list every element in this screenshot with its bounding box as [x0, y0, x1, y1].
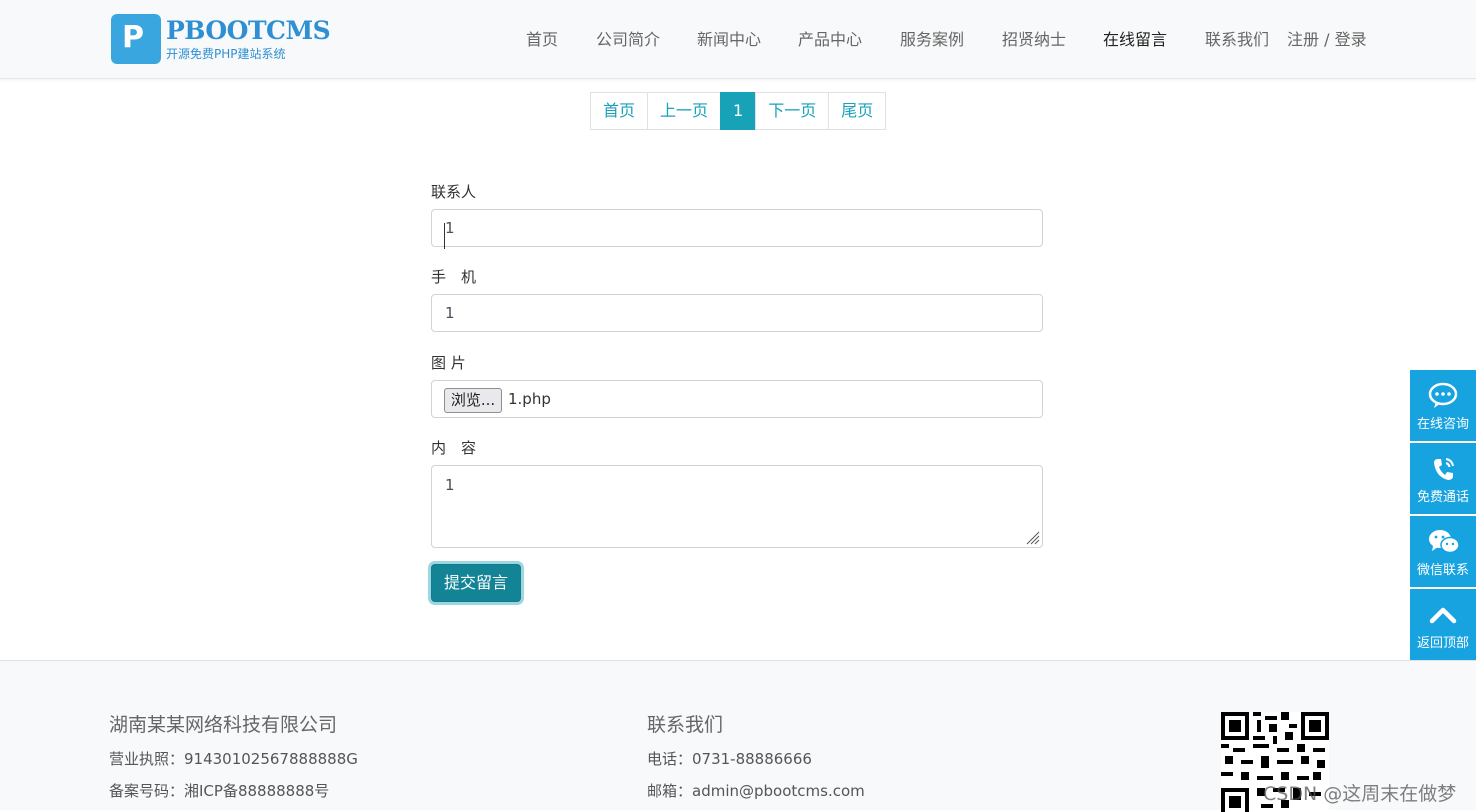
nav-item-message[interactable]: 在线留言 — [1103, 28, 1167, 52]
footer-email[interactable]: 邮箱：admin@pbootcms.com — [647, 780, 865, 801]
register-login-link[interactable]: 注册 / 登录 — [1287, 28, 1367, 52]
resize-handle-icon[interactable] — [1024, 529, 1040, 545]
logo-mark-icon: P — [111, 14, 161, 64]
page-prev[interactable]: 上一页 — [647, 92, 722, 130]
phone-label: 手 机 — [431, 268, 477, 286]
side-toolbar: 在线咨询 免费通话 微信联系 返回顶部 — [1410, 370, 1476, 662]
side-back-to-top[interactable]: 返回顶部 — [1410, 589, 1476, 660]
content-label: 内 容 — [431, 439, 477, 457]
contact-input[interactable]: 1 — [431, 209, 1043, 247]
nav-item-home[interactable]: 首页 — [526, 28, 558, 52]
chat-bubble-icon — [1428, 382, 1458, 408]
wechat-icon — [1429, 530, 1460, 554]
nav-item-news[interactable]: 新闻中心 — [697, 28, 761, 52]
nav-item-jobs[interactable]: 招贤纳士 — [1002, 28, 1066, 52]
side-label-consult: 在线咨询 — [1416, 417, 1469, 432]
page-current[interactable]: 1 — [720, 92, 757, 130]
content-textarea[interactable]: 1 — [431, 465, 1043, 548]
side-label-wechat: 微信联系 — [1416, 563, 1469, 578]
phone-input[interactable]: 1 — [431, 294, 1043, 332]
footer-license: 营业执照：91430102567888888G — [109, 750, 358, 768]
image-label: 图 片 — [431, 354, 466, 372]
content-text: 1 — [445, 476, 455, 494]
page-last[interactable]: 尾页 — [828, 92, 887, 130]
footer-phone: 电话：0731-88886666 — [647, 750, 812, 768]
side-online-consult[interactable]: 在线咨询 — [1410, 370, 1476, 441]
logo-title: PBOOTCMS — [166, 16, 331, 45]
nav-item-products[interactable]: 产品中心 — [798, 28, 862, 52]
nav-item-contact[interactable]: 联系我们 — [1205, 28, 1269, 52]
footer-icp[interactable]: 备案号码：湘ICP备88888888号 — [109, 780, 329, 801]
page-first[interactable]: 首页 — [590, 92, 649, 130]
phone-icon — [1434, 458, 1454, 480]
logo-subtitle: 开源免费PHP建站系统 — [166, 47, 286, 61]
chevron-up-icon — [1429, 607, 1457, 624]
browse-button[interactable]: 浏览... — [444, 388, 502, 413]
site-header: P PBOOTCMS 开源免费PHP建站系统 首页 公司简介 新闻中心 产品中心… — [0, 0, 1476, 79]
text-caret — [444, 223, 445, 249]
side-free-call[interactable]: 免费通话 — [1410, 443, 1476, 514]
page-next[interactable]: 下一页 — [755, 92, 830, 130]
submit-message-button[interactable]: 提交留言 — [431, 564, 521, 602]
csdn-watermark: CSDN @这周末在做梦 — [1263, 783, 1457, 805]
selected-file-name: 1.php — [508, 390, 551, 408]
footer-company-name: 湖南某某网络科技有限公司 — [109, 714, 338, 736]
side-label-top: 返回顶部 — [1416, 636, 1469, 651]
contact-label: 联系人 — [431, 183, 477, 201]
side-wechat[interactable]: 微信联系 — [1410, 516, 1476, 587]
site-logo[interactable]: P PBOOTCMS 开源免费PHP建站系统 — [111, 14, 331, 64]
footer-contact-title: 联系我们 — [647, 714, 724, 736]
nav-item-about[interactable]: 公司简介 — [596, 28, 660, 52]
nav-item-cases[interactable]: 服务案例 — [900, 28, 964, 52]
side-label-call: 免费通话 — [1416, 490, 1469, 505]
pagination: 首页 上一页 1 下一页 尾页 — [590, 92, 887, 130]
